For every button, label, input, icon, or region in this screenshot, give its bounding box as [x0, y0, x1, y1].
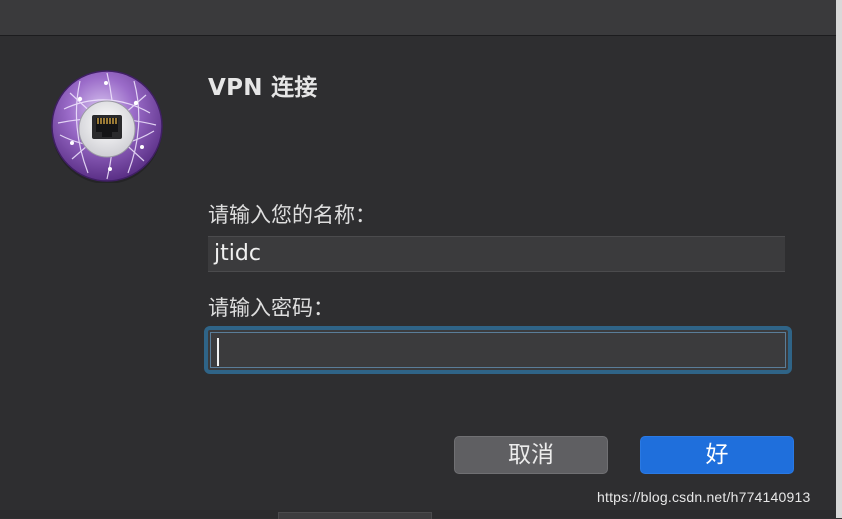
network-vpn-icon: [50, 69, 164, 184]
cancel-button[interactable]: 取消: [454, 436, 608, 474]
text-caret: [217, 338, 219, 366]
name-label: 请输入您的名称：: [208, 203, 376, 227]
window-titlebar: [0, 0, 836, 36]
bottom-strip: [0, 510, 836, 519]
dialog-title: VPN 连接: [208, 75, 318, 101]
window-edge: [836, 0, 842, 518]
password-label: 请输入密码：: [208, 296, 334, 320]
password-input[interactable]: [210, 332, 786, 368]
password-field[interactable]: [204, 326, 792, 374]
watermark-text: https://blog.csdn.net/h774140913: [597, 489, 811, 505]
ok-button[interactable]: 好: [640, 436, 794, 474]
name-field[interactable]: jtidc: [208, 236, 785, 272]
